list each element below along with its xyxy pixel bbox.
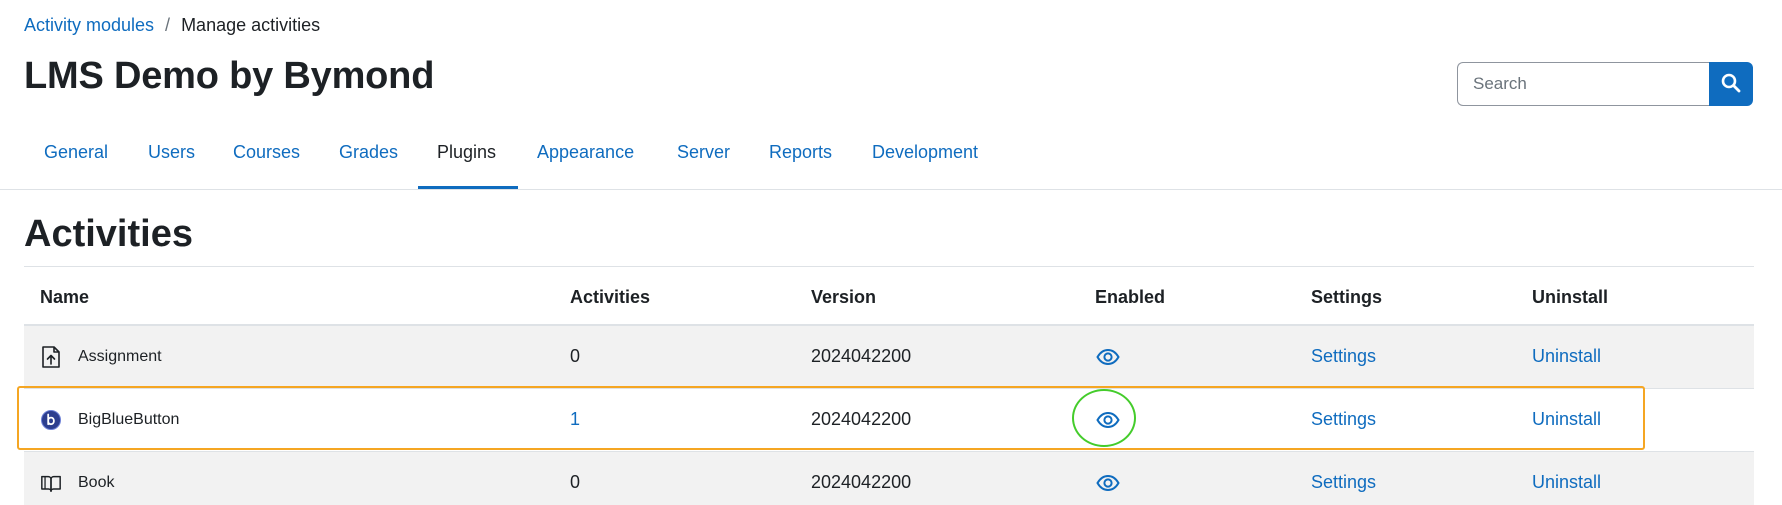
column-header-uninstall: Uninstall bbox=[1532, 287, 1609, 307]
search-button[interactable] bbox=[1709, 62, 1753, 106]
table-header: Name Activities Version Enabled Settings… bbox=[24, 266, 1754, 326]
column-header-activities: Activities bbox=[570, 287, 651, 307]
module-name: Assignment bbox=[78, 348, 162, 365]
version: 2024042200 bbox=[811, 346, 912, 366]
eye-icon[interactable] bbox=[1096, 345, 1120, 369]
search-icon bbox=[1721, 73, 1741, 96]
search-form bbox=[1457, 62, 1753, 106]
tab-grades[interactable]: Grades bbox=[339, 142, 398, 163]
settings-link[interactable]: Settings bbox=[1311, 346, 1376, 367]
version: 2024042200 bbox=[811, 472, 912, 492]
uninstall-link[interactable]: Uninstall bbox=[1532, 409, 1601, 430]
table-row: Assignment 0 2024042200 Settings Uninsta… bbox=[24, 326, 1754, 389]
settings-link[interactable]: Settings bbox=[1311, 409, 1376, 430]
module-name-cell: Assignment bbox=[40, 344, 162, 370]
table-row: BigBlueButton 1 2024042200 Settings Unin… bbox=[24, 389, 1754, 452]
tab-users[interactable]: Users bbox=[148, 142, 195, 163]
eye-icon[interactable] bbox=[1096, 408, 1120, 432]
column-header-settings: Settings bbox=[1311, 287, 1383, 307]
search-input[interactable] bbox=[1457, 62, 1709, 106]
active-tab-indicator bbox=[418, 186, 518, 189]
tab-reports[interactable]: Reports bbox=[769, 142, 832, 163]
module-name-cell: BigBlueButton bbox=[40, 407, 179, 433]
page-title: LMS Demo by Bymond bbox=[24, 55, 435, 97]
uninstall-link[interactable]: Uninstall bbox=[1532, 346, 1601, 367]
version: 2024042200 bbox=[811, 409, 912, 429]
activities-count: 0 bbox=[570, 346, 581, 366]
tab-server[interactable]: Server bbox=[677, 142, 730, 163]
module-name-cell: Book bbox=[40, 470, 114, 496]
activities-count-link[interactable]: 1 bbox=[570, 409, 580, 430]
bigbluebutton-icon bbox=[40, 407, 62, 433]
module-name: BigBlueButton bbox=[78, 411, 180, 428]
table-row: Book 0 2024042200 Settings Uninstall bbox=[24, 452, 1754, 505]
column-header-version: Version bbox=[811, 287, 877, 307]
settings-link[interactable]: Settings bbox=[1311, 472, 1376, 493]
tab-courses[interactable]: Courses bbox=[233, 142, 300, 163]
breadcrumb: Activity modules / Manage activities bbox=[24, 15, 320, 36]
tab-general[interactable]: General bbox=[44, 142, 108, 163]
section-title: Activities bbox=[24, 213, 193, 255]
tab-development[interactable]: Development bbox=[872, 142, 978, 163]
column-header-name: Name bbox=[40, 287, 90, 307]
breadcrumb-current: Manage activities bbox=[181, 15, 321, 35]
activities-count: 0 bbox=[570, 472, 581, 492]
primary-navigation: General Users Courses Grades Plugins App… bbox=[0, 122, 1782, 190]
column-header-enabled: Enabled bbox=[1095, 287, 1166, 307]
book-icon bbox=[40, 470, 62, 496]
assignment-icon bbox=[40, 344, 62, 370]
activities-table: Name Activities Version Enabled Settings… bbox=[24, 266, 1754, 505]
tab-plugins[interactable]: Plugins bbox=[437, 142, 496, 163]
breadcrumb-activity-modules[interactable]: Activity modules bbox=[24, 15, 154, 36]
eye-icon[interactable] bbox=[1096, 471, 1120, 495]
tab-appearance[interactable]: Appearance bbox=[537, 142, 634, 163]
breadcrumb-separator: / bbox=[165, 15, 171, 35]
module-name: Book bbox=[78, 474, 115, 491]
uninstall-link[interactable]: Uninstall bbox=[1532, 472, 1601, 493]
